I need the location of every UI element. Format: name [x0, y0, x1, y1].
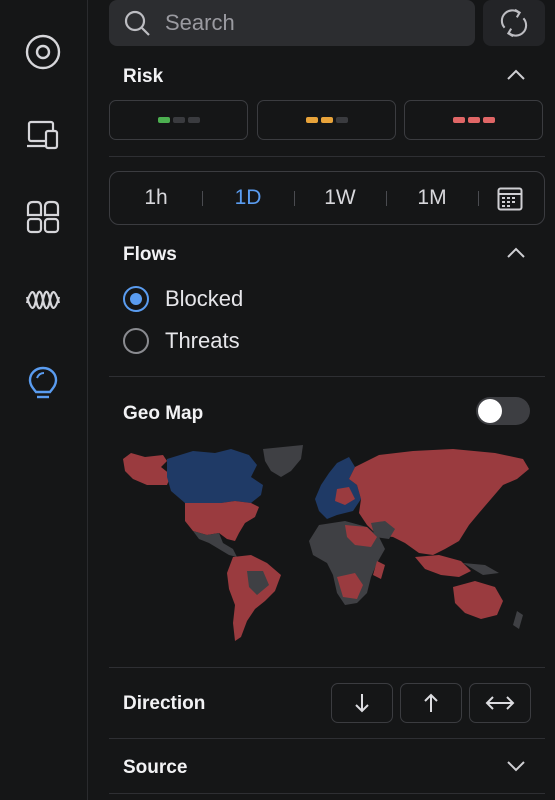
- time-option-1m[interactable]: 1M: [402, 172, 462, 224]
- map-region: [263, 445, 303, 477]
- risk-bar: [305, 117, 318, 123]
- apps-icon[interactable]: [22, 196, 64, 238]
- radio-dot: [130, 293, 142, 305]
- time-option-1d[interactable]: 1D: [218, 172, 278, 224]
- risk-medium-button[interactable]: [257, 100, 396, 140]
- calendar-icon[interactable]: [497, 187, 523, 211]
- risk-bar: [467, 117, 480, 123]
- map-region: [513, 611, 523, 629]
- map-region: [453, 581, 503, 619]
- direction-outbound-button[interactable]: [400, 683, 462, 723]
- divider: [109, 156, 545, 157]
- source-title: Source: [123, 757, 188, 778]
- search-input[interactable]: [163, 9, 447, 37]
- radio-button[interactable]: [123, 328, 149, 354]
- geo-map-toggle[interactable]: [476, 397, 530, 425]
- risk-bar: [452, 117, 465, 123]
- risk-bar: [187, 117, 200, 123]
- map-region: [167, 449, 263, 503]
- risk-bar: [320, 117, 333, 123]
- time-range-selector: 1h 1D 1W 1M: [109, 171, 545, 225]
- radio-label: Blocked: [165, 286, 244, 311]
- map-region: [227, 555, 281, 641]
- chevron-up-icon[interactable]: [506, 68, 526, 82]
- left-nav-bar: [0, 0, 88, 800]
- toggle-knob: [478, 399, 502, 423]
- risk-bar: [157, 117, 170, 123]
- refresh-icon: [500, 8, 528, 38]
- risk-bar: [482, 117, 495, 123]
- map-region: [315, 457, 361, 519]
- risk-bar: [335, 117, 348, 123]
- divider: [109, 667, 545, 668]
- radio-label: Threats: [165, 328, 240, 353]
- up-arrow-icon: [424, 693, 438, 712]
- devices-icon[interactable]: [22, 114, 64, 156]
- chevron-up-icon[interactable]: [506, 246, 526, 260]
- separator: [294, 191, 295, 206]
- direction-inbound-button[interactable]: [331, 683, 393, 723]
- divider: [109, 738, 545, 739]
- divider: [109, 376, 545, 377]
- separator: [386, 191, 387, 206]
- world-map[interactable]: [123, 445, 531, 650]
- down-arrow-icon: [355, 694, 369, 713]
- map-region: [415, 555, 471, 577]
- risk-high-button[interactable]: [404, 100, 543, 140]
- separator: [478, 191, 479, 206]
- divider: [109, 793, 545, 794]
- flows-title: Flows: [123, 244, 177, 265]
- risk-low-button[interactable]: [109, 100, 248, 140]
- direction-title: Direction: [123, 693, 206, 714]
- map-region: [123, 453, 171, 485]
- traffic-wave-icon[interactable]: [22, 279, 64, 321]
- flow-option-threats[interactable]: Threats: [123, 328, 240, 354]
- risk-bar: [172, 117, 185, 123]
- direction-both-button[interactable]: [469, 683, 531, 723]
- search-icon: [124, 10, 150, 36]
- risk-title: Risk: [123, 66, 164, 87]
- refresh-button[interactable]: [483, 0, 545, 46]
- overview-icon[interactable]: [22, 31, 64, 73]
- insights-bulb-icon[interactable]: [22, 362, 64, 404]
- filter-panel: Risk 1h 1D 1W 1M Flows Blocked Threats: [88, 0, 555, 800]
- time-option-1h[interactable]: 1h: [126, 172, 186, 224]
- bidirectional-arrow-icon: [485, 696, 515, 710]
- chevron-down-icon[interactable]: [506, 759, 526, 773]
- separator: [202, 191, 203, 206]
- time-option-1w[interactable]: 1W: [310, 172, 370, 224]
- geo-map-title: Geo Map: [123, 403, 204, 424]
- radio-button[interactable]: [123, 286, 149, 312]
- search-box[interactable]: [109, 0, 475, 46]
- flow-option-blocked[interactable]: Blocked: [123, 286, 243, 312]
